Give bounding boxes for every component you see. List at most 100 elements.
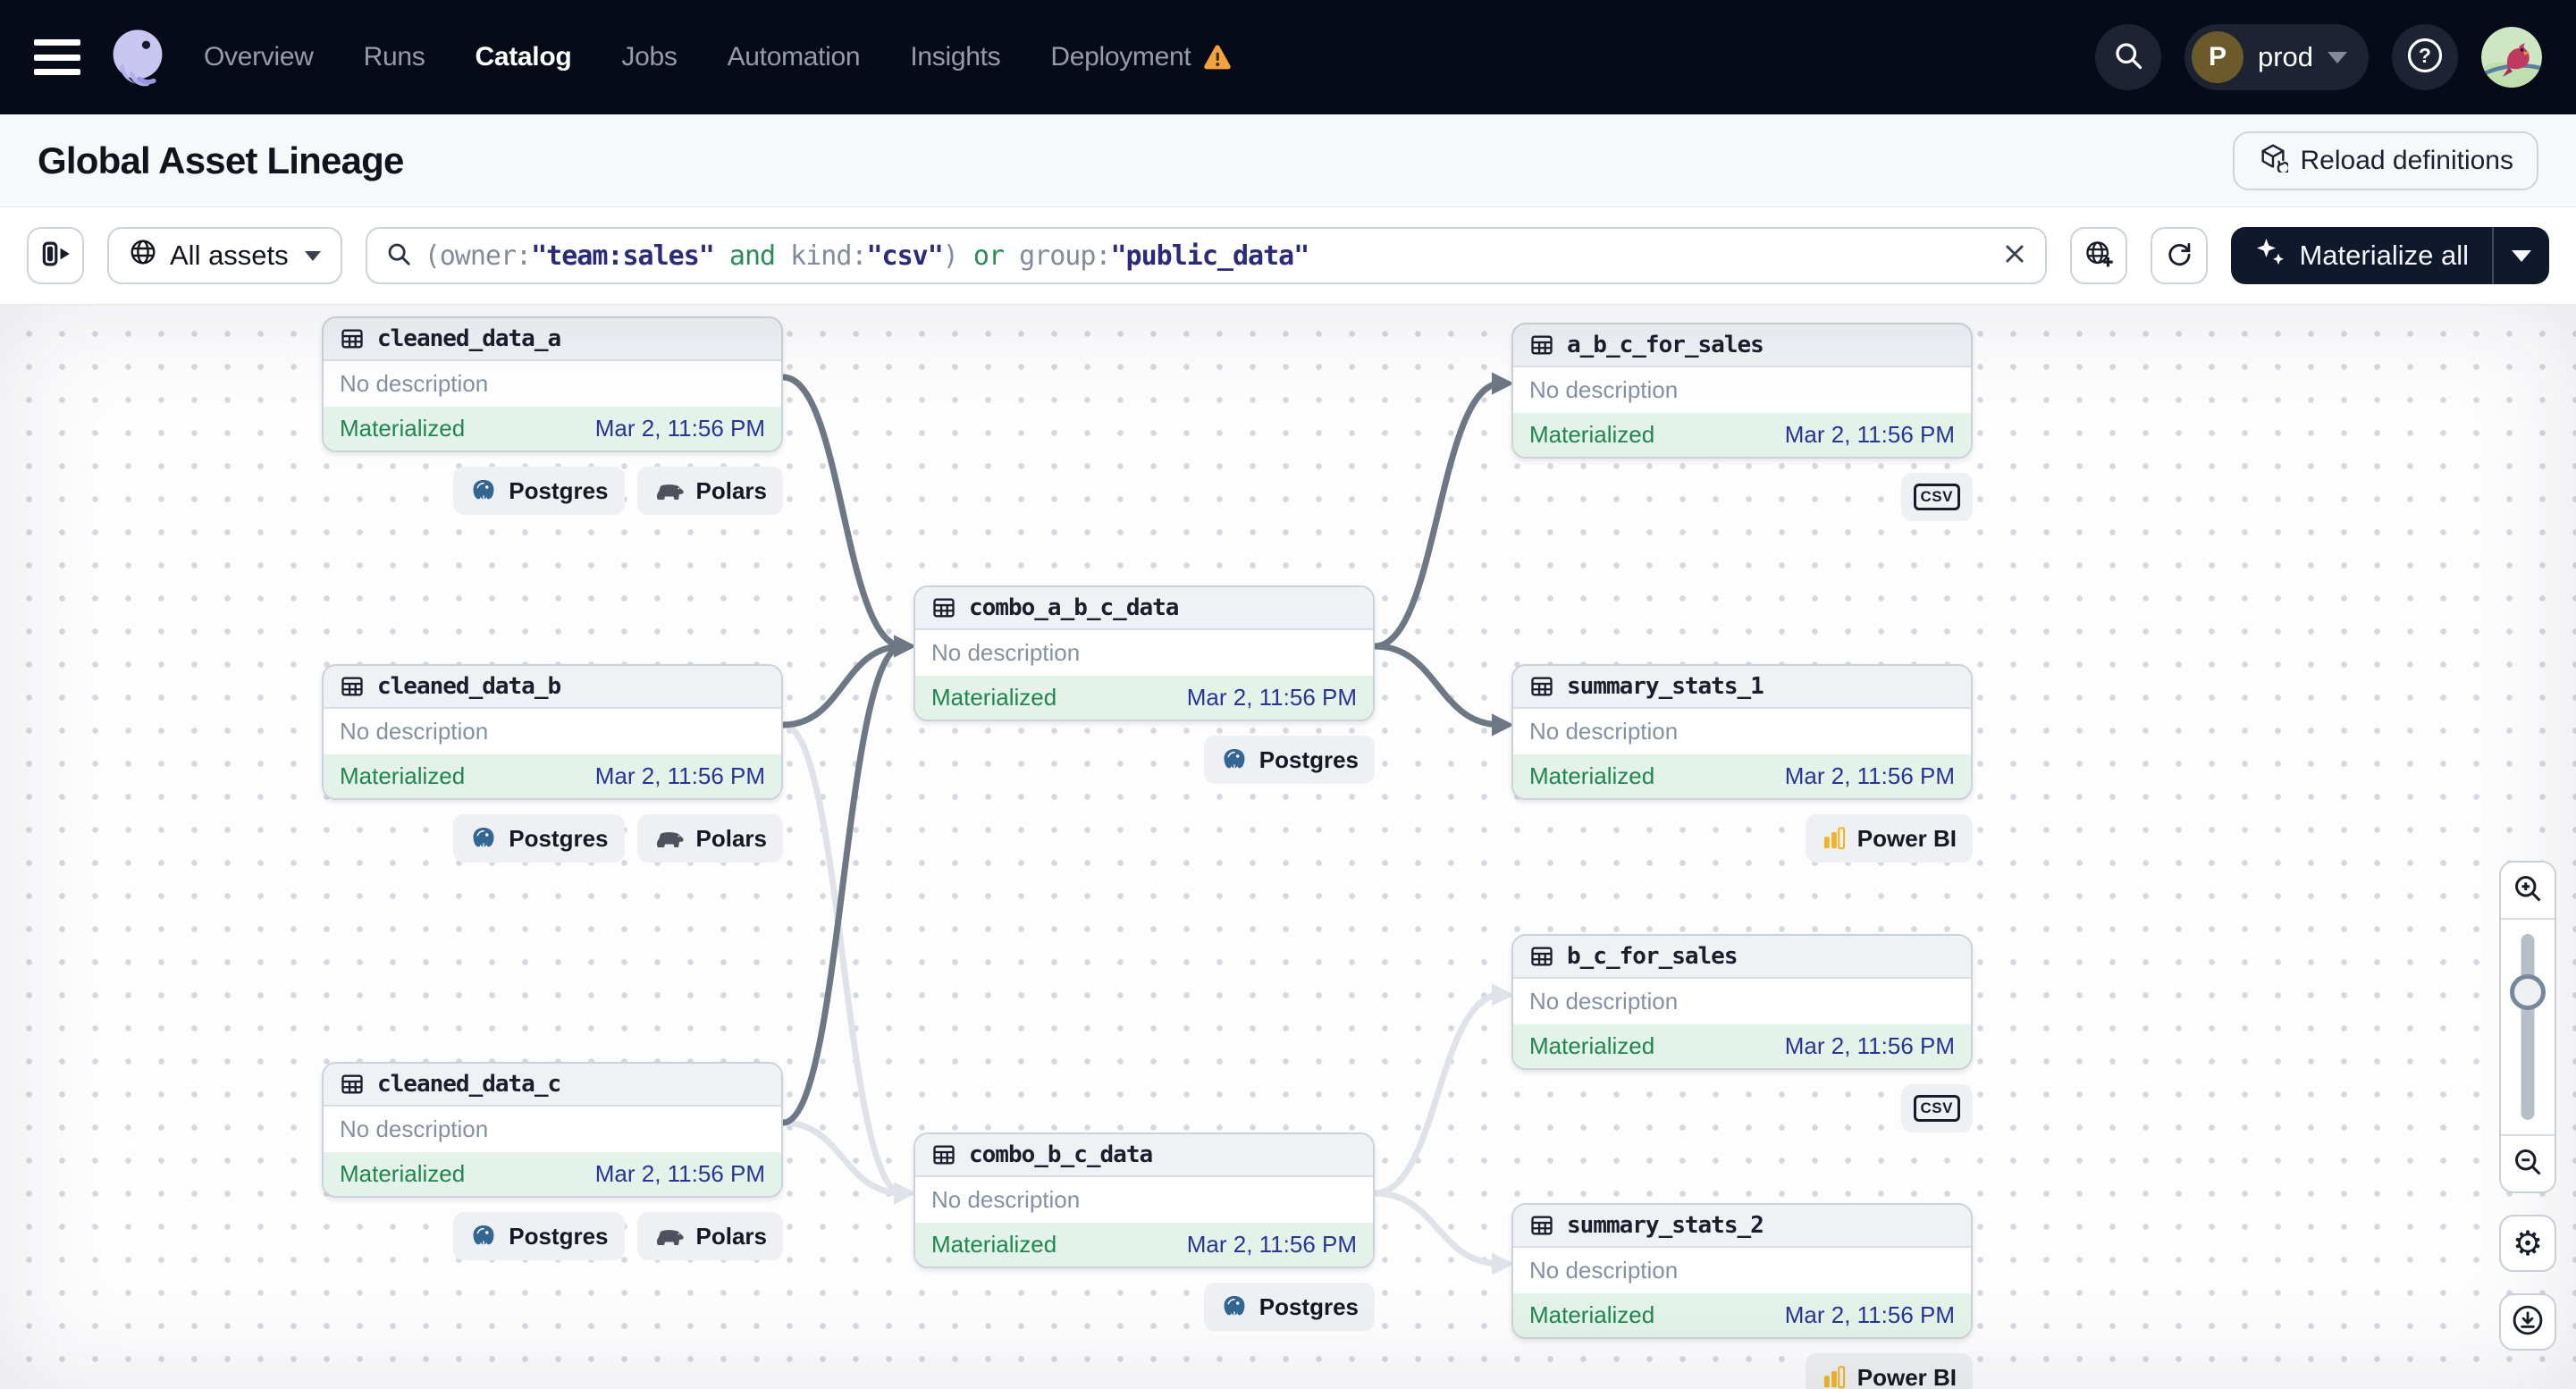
kind-badge-label: Postgres	[509, 1222, 609, 1250]
asset-node-a_b_c_for_sales[interactable]: a_b_c_for_sales No description Materialize…	[1511, 323, 1973, 521]
asset-description: No description	[931, 1186, 1081, 1213]
asset-node-summary_stats_2[interactable]: summary_stats_2 No description Materialize…	[1511, 1203, 1973, 1389]
kind-badge-csv: csv	[1900, 1084, 1973, 1132]
zoom-in-button[interactable]	[2501, 863, 2555, 918]
asset-node-summary_stats_1[interactable]: summary_stats_1 No description Materialize…	[1511, 664, 1973, 863]
asset-name: summary_stats_1	[1567, 673, 1764, 700]
asset-card[interactable]: b_c_for_sales No description Materialized M…	[1511, 934, 1973, 1070]
materialization-bar: Materialized Mar 2, 11:56 PM	[1513, 413, 1971, 457]
zoom-slider-thumb[interactable]	[2510, 974, 2546, 1011]
materialize-all-button[interactable]: Materialize all	[2231, 227, 2492, 284]
close-icon	[2002, 241, 2027, 271]
table-icon	[1529, 674, 1554, 699]
materialize-all-split-button: Materialize all	[2231, 227, 2549, 284]
kind-badge-row: Power BI	[1511, 1353, 1973, 1389]
chevron-down-icon	[2328, 51, 2347, 63]
reload-definitions-button[interactable]: Reload definitions	[2232, 130, 2538, 190]
materialize-options-button[interactable]	[2494, 227, 2549, 284]
asset-card[interactable]: cleaned_data_b No description Materialized…	[322, 664, 783, 800]
kind-badge-row: Postgres Polars	[322, 814, 783, 863]
asset-node-b_c_for_sales[interactable]: b_c_for_sales No description Materialized M…	[1511, 934, 1973, 1132]
kind-badge-polars: Polars	[636, 814, 783, 863]
nav-item-catalog[interactable]: Catalog	[475, 42, 571, 72]
query-segment: group:	[1004, 240, 1111, 272]
asset-node-cleaned_data_c[interactable]: cleaned_data_c No description Materialized…	[322, 1062, 783, 1260]
kind-badge-row: Postgres	[913, 1283, 1375, 1331]
nav-item-overview[interactable]: Overview	[204, 42, 314, 72]
query-segment: )	[942, 240, 973, 272]
nav-item-label: Overview	[204, 42, 314, 72]
nav-item-runs[interactable]: Runs	[364, 42, 425, 72]
asset-card[interactable]: combo_b_c_data No description Materialized…	[913, 1132, 1375, 1268]
group-by-location-button[interactable]	[2070, 227, 2128, 284]
help-button[interactable]: ?	[2392, 24, 2458, 90]
zoom-slider[interactable]	[2501, 920, 2555, 1134]
nav-item-label: Jobs	[621, 42, 678, 72]
clear-search-button[interactable]	[2002, 241, 2027, 271]
graph-settings-button[interactable]: ⚙	[2499, 1215, 2556, 1272]
user-avatar[interactable]	[2481, 27, 2542, 88]
asset-description: No description	[340, 1115, 489, 1142]
asset-card[interactable]: summary_stats_2 No description Materialize…	[1511, 1203, 1973, 1339]
materialization-bar: Materialized Mar 2, 11:56 PM	[324, 407, 781, 450]
lineage-canvas[interactable]: cleaned_data_a No description Materialized…	[0, 304, 2576, 1389]
kind-badge-label: Polars	[695, 476, 768, 504]
download-image-button[interactable]	[2499, 1293, 2556, 1351]
asset-scope-dropdown[interactable]: All assets	[107, 227, 342, 284]
postgres-icon	[1220, 745, 1249, 774]
edge-cleaned_data_a-to-combo_a_b_c_data	[779, 374, 917, 658]
deployment-initial-badge: P	[2191, 31, 2243, 83]
kind-badge-row: csv	[1511, 1084, 1973, 1132]
asset-node-combo_b_c_data[interactable]: combo_b_c_data No description Materialized…	[913, 1132, 1375, 1331]
nav-item-jobs[interactable]: Jobs	[621, 42, 677, 72]
kind-badge-postgres: Postgres	[453, 467, 625, 515]
asset-card[interactable]: a_b_c_for_sales No description Materialize…	[1511, 323, 1973, 459]
asset-node-combo_a_b_c_data[interactable]: combo_a_b_c_data No description Materializ…	[913, 585, 1375, 784]
nav-item-deployment[interactable]: Deployment	[1050, 42, 1232, 72]
nav-item-automation[interactable]: Automation	[728, 42, 861, 72]
deployment-switcher[interactable]: P prod	[2184, 24, 2369, 90]
asset-description: No description	[340, 370, 489, 397]
menu-icon[interactable]	[34, 39, 80, 75]
zoom-out-button[interactable]	[2501, 1136, 2555, 1191]
kind-badge-postgres: Postgres	[1203, 1283, 1375, 1331]
table-icon	[340, 326, 365, 351]
asset-node-header: cleaned_data_a	[324, 318, 781, 361]
refresh-button[interactable]	[2151, 227, 2209, 284]
asset-card[interactable]: summary_stats_1 No description Materialize…	[1511, 664, 1973, 800]
query-segment: "team:sales"	[531, 240, 715, 272]
asset-card[interactable]: cleaned_data_c No description Materialized…	[322, 1062, 783, 1198]
edge-combo_b_c_data-to-summary_stats_2	[1371, 1190, 1515, 1275]
materialization-status: Materialized	[1529, 1301, 1655, 1328]
asset-card[interactable]: combo_a_b_c_data No description Materializ…	[913, 585, 1375, 721]
asset-node-cleaned_data_b[interactable]: cleaned_data_b No description Materialized…	[322, 664, 783, 863]
query-segment: or	[972, 240, 1005, 272]
dagster-logo[interactable]	[104, 23, 172, 91]
zoom-out-icon	[2512, 1146, 2544, 1183]
polars-icon	[653, 1225, 686, 1247]
asset-search-input[interactable]: (owner:"team:sales" and kind:"csv") or g…	[365, 227, 2048, 284]
kind-badge-powerbi: Power BI	[1805, 814, 1973, 863]
materialization-timestamp: Mar 2, 11:56 PM	[594, 762, 765, 789]
edge-combo_a_b_c_data-to-summary_stats_1	[1371, 643, 1515, 737]
view-controls: ⚙	[2499, 861, 2556, 1351]
search-query[interactable]: (owner:"team:sales" and kind:"csv") or g…	[425, 240, 1991, 272]
asset-node-header: b_c_for_sales	[1513, 936, 1971, 979]
materialization-timestamp: Mar 2, 11:56 PM	[1784, 421, 1955, 448]
toggle-sidebar-button[interactable]	[27, 227, 84, 284]
asset-node-header: summary_stats_1	[1513, 666, 1971, 709]
search-button[interactable]	[2094, 24, 2161, 90]
materialization-status: Materialized	[340, 1160, 466, 1187]
nav-right-cluster: P prod ?	[2094, 24, 2542, 90]
asset-description: No description	[1529, 376, 1679, 403]
materialization-timestamp: Mar 2, 11:56 PM	[1784, 1032, 1955, 1059]
asset-card[interactable]: cleaned_data_a No description Materialized…	[322, 316, 783, 452]
query-segment: and	[728, 240, 776, 272]
postgres-icon	[469, 476, 498, 505]
asset-node-cleaned_data_a[interactable]: cleaned_data_a No description Materialized…	[322, 316, 783, 515]
nav-item-insights[interactable]: Insights	[910, 42, 1000, 72]
materialization-timestamp: Mar 2, 11:56 PM	[1186, 1231, 1357, 1258]
table-icon	[1529, 944, 1554, 969]
materialization-bar: Materialized Mar 2, 11:56 PM	[1513, 1024, 1971, 1068]
zoom-slider-track[interactable]	[2521, 934, 2535, 1120]
